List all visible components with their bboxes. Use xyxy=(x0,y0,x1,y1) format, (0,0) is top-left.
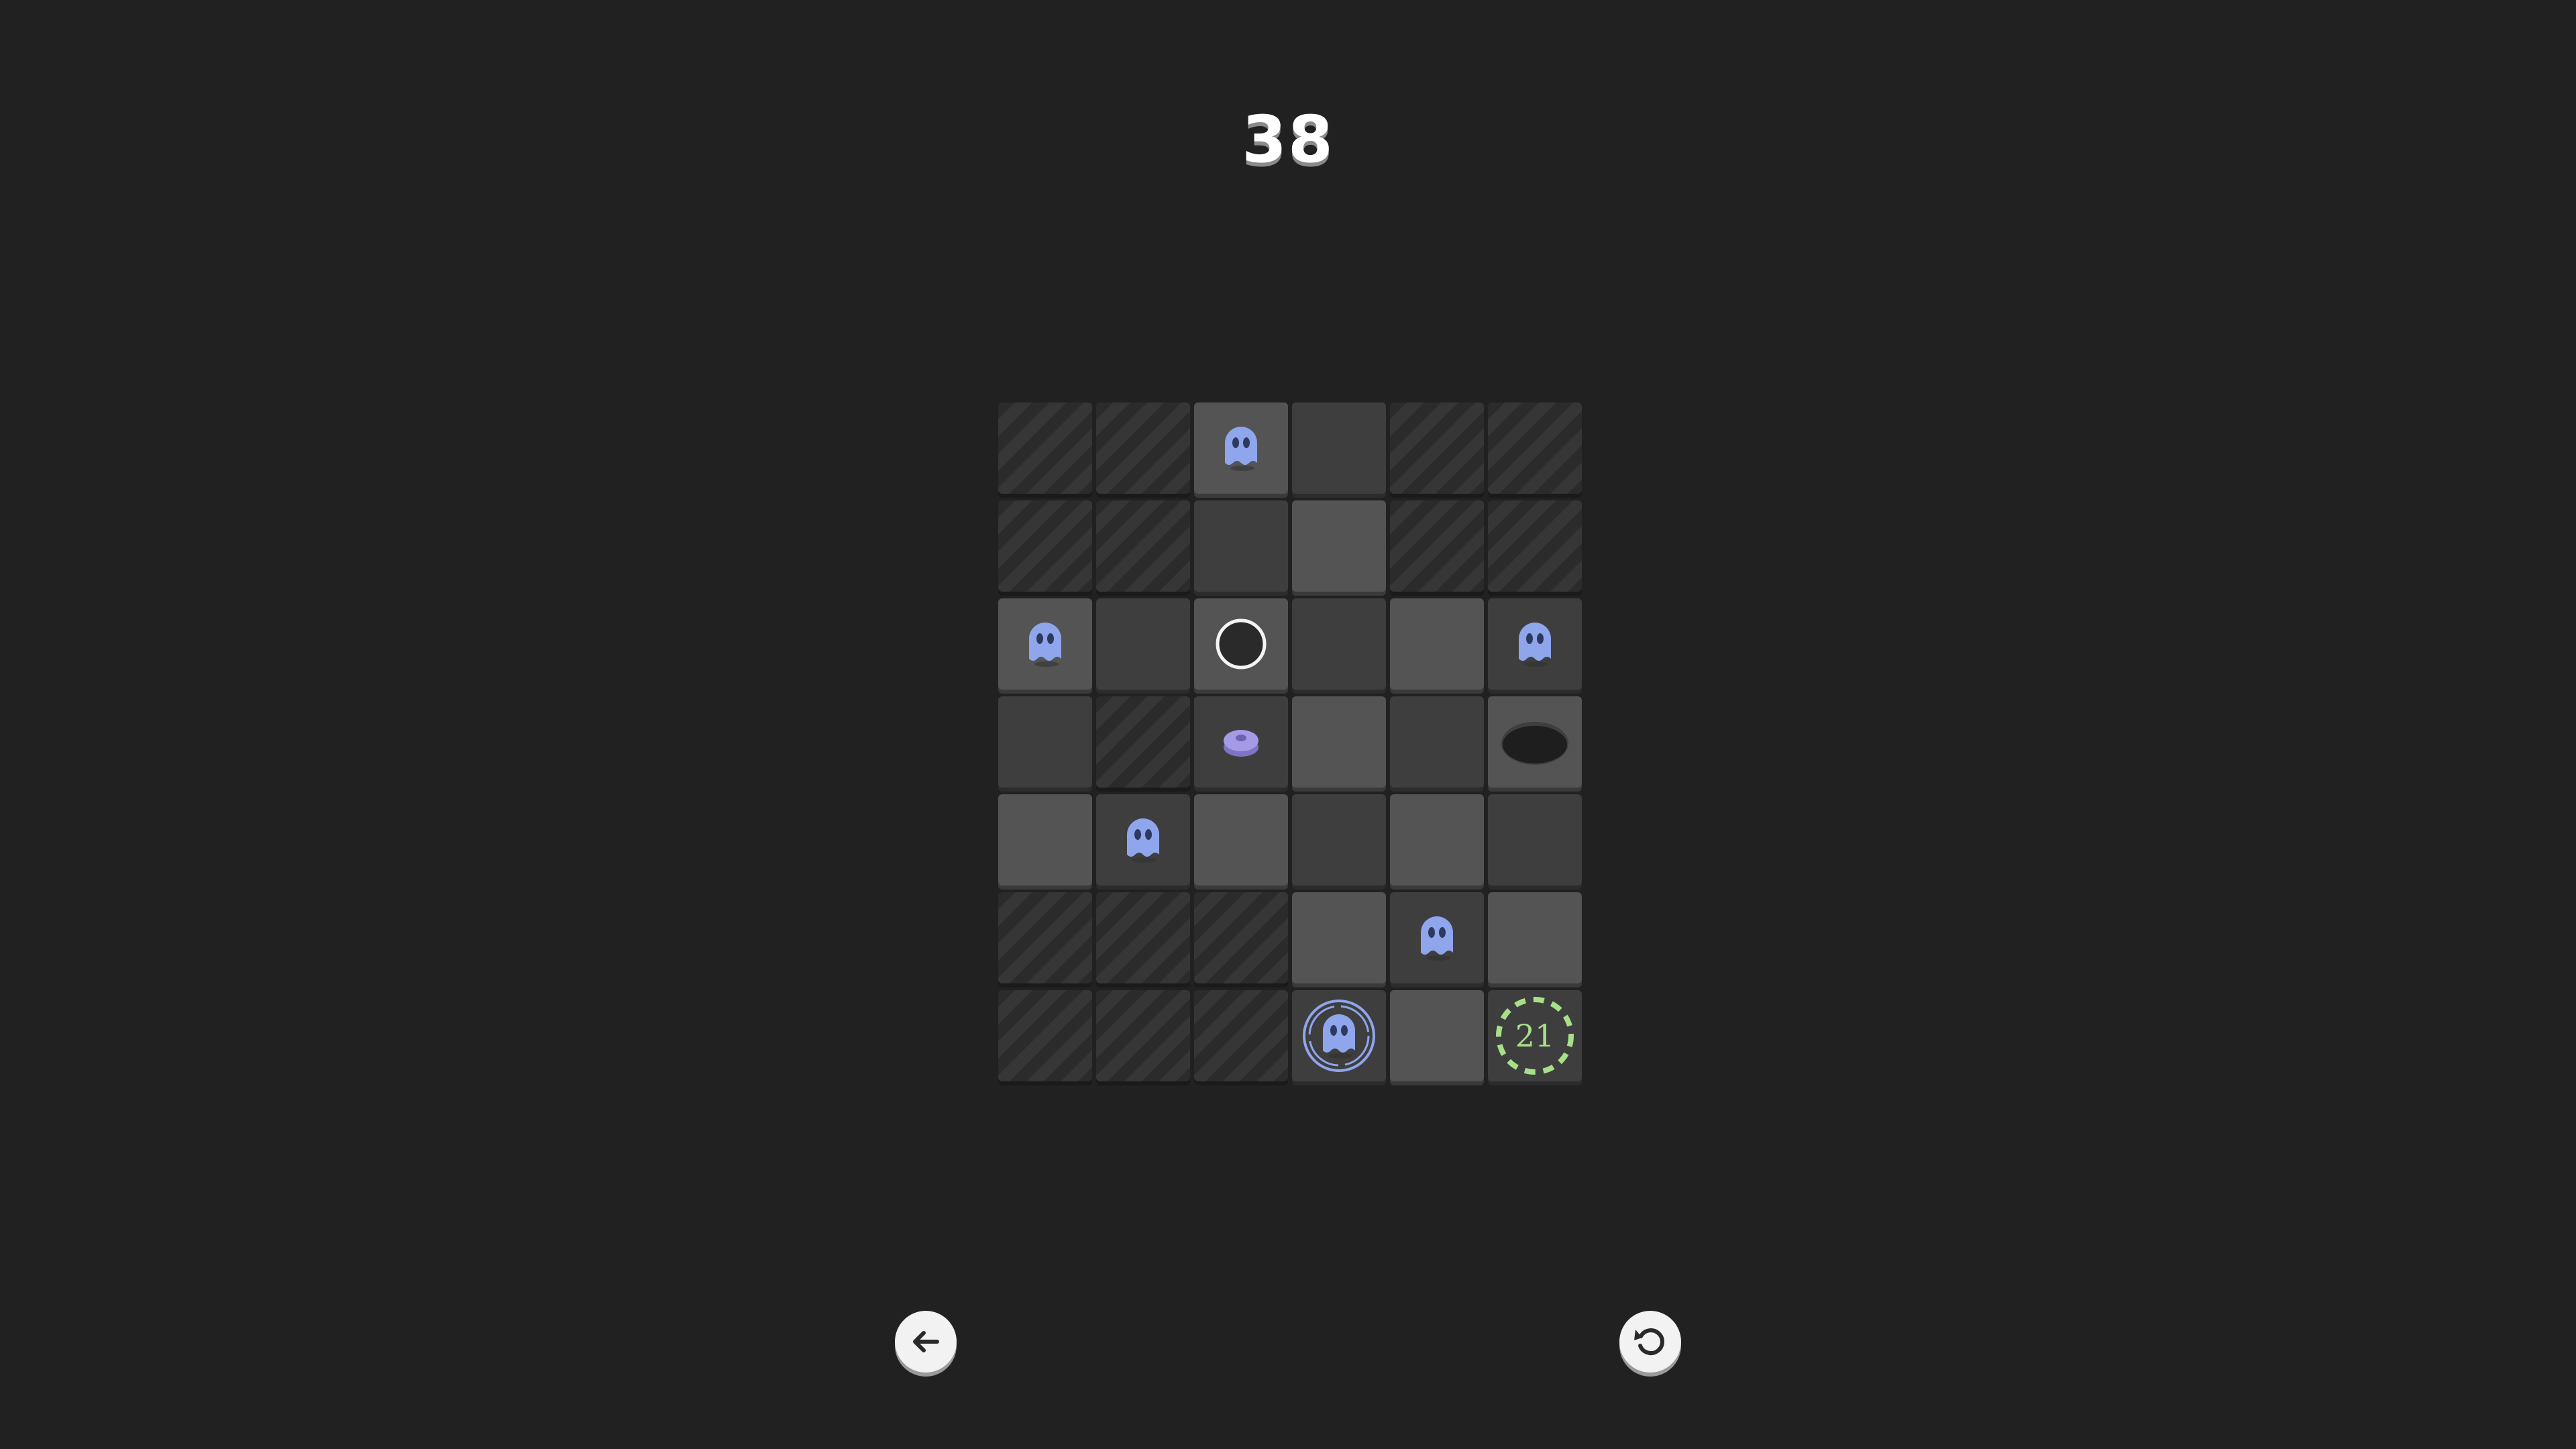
ghost-icon xyxy=(1225,427,1257,471)
floor-tile[interactable] xyxy=(998,696,1092,788)
ghost-icon xyxy=(1421,916,1453,961)
wall-tile xyxy=(1390,500,1484,592)
player-ghost-icon xyxy=(1303,1000,1375,1072)
level-number: 38 xyxy=(1242,102,1334,177)
floor-tile[interactable] xyxy=(1292,696,1386,788)
back-button[interactable] xyxy=(895,1311,957,1373)
floor-tile[interactable] xyxy=(1488,794,1582,885)
exit-portal-icon: 21 xyxy=(1496,997,1574,1075)
wall-tile xyxy=(1390,402,1484,494)
game-board: 21 xyxy=(998,402,1583,1085)
floor-tile[interactable] xyxy=(1292,598,1386,690)
floor-tile[interactable] xyxy=(1194,402,1288,494)
ghost-icon xyxy=(1029,623,1061,667)
floor-tile[interactable] xyxy=(1292,990,1386,1081)
empty-circle-icon xyxy=(1216,619,1267,669)
floor-tile[interactable] xyxy=(998,598,1092,690)
floor-tile[interactable] xyxy=(1292,892,1386,983)
wall-tile xyxy=(1096,500,1190,592)
floor-tile[interactable] xyxy=(1390,990,1484,1081)
floor-tile[interactable] xyxy=(1292,794,1386,885)
floor-tile[interactable] xyxy=(1194,598,1288,690)
exit-tile[interactable]: 21 xyxy=(1488,990,1582,1081)
restart-button[interactable] xyxy=(1619,1311,1681,1373)
floor-tile[interactable] xyxy=(1096,794,1190,885)
floor-tile[interactable] xyxy=(1390,892,1484,983)
wall-tile xyxy=(998,500,1092,592)
restart-icon xyxy=(1634,1328,1664,1356)
floor-tile[interactable] xyxy=(1292,500,1386,592)
ghost-icon xyxy=(1127,818,1159,863)
wall-tile xyxy=(1488,402,1582,494)
wall-tile xyxy=(998,892,1092,983)
floor-tile[interactable] xyxy=(1194,794,1288,885)
wall-tile xyxy=(1488,500,1582,592)
wall-tile xyxy=(1096,696,1190,788)
wall-tile xyxy=(1096,892,1190,983)
floor-tile[interactable] xyxy=(1390,598,1484,690)
floor-tile[interactable] xyxy=(1488,598,1582,690)
floor-tile[interactable] xyxy=(1096,598,1190,690)
wall-tile xyxy=(998,990,1092,1081)
ghost-icon xyxy=(1519,623,1551,667)
hole-icon xyxy=(1501,722,1568,765)
floor-tile[interactable] xyxy=(1488,696,1582,788)
wall-tile xyxy=(1194,990,1288,1081)
floor-tile[interactable] xyxy=(1488,892,1582,983)
floor-tile[interactable] xyxy=(1194,696,1288,788)
wall-tile xyxy=(1194,892,1288,983)
floor-tile[interactable] xyxy=(1292,402,1386,494)
exit-label: 21 xyxy=(1515,1018,1555,1054)
floor-tile[interactable] xyxy=(1390,794,1484,885)
gem-icon xyxy=(1224,730,1258,757)
wall-tile xyxy=(1096,990,1190,1081)
back-arrow-icon xyxy=(913,1331,939,1352)
wall-tile xyxy=(998,402,1092,494)
wall-tile xyxy=(1096,402,1190,494)
floor-tile[interactable] xyxy=(998,794,1092,885)
floor-tile[interactable] xyxy=(1390,696,1484,788)
floor-tile[interactable] xyxy=(1194,500,1288,592)
